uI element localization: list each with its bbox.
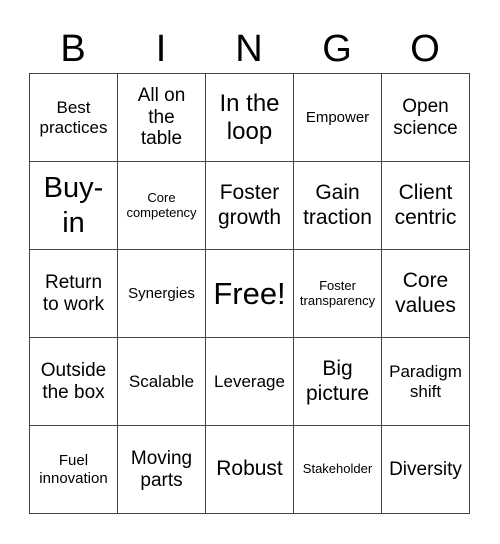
bingo-cell[interactable]: Foster growth [206,162,294,250]
bingo-cell[interactable]: In the loop [206,74,294,162]
bingo-cell[interactable]: Gain traction [294,162,382,250]
bingo-cell-label: All on the table [137,84,186,150]
header-letter-i: I [155,28,167,70]
bingo-cell-label: Stakeholder [302,461,373,477]
bingo-cell[interactable]: Best practices [30,74,118,162]
bingo-cell[interactable]: Foster transparency [294,250,382,338]
bingo-cell-label: Core competency [126,189,197,220]
bingo-cell-label: Synergies [128,284,195,302]
bingo-cell-label: Buy-in [43,171,104,239]
bingo-cell-label: Robust [216,457,283,481]
header-letter-n: N [235,28,263,70]
bingo-cell-label: Paradigm shift [389,361,462,401]
bingo-cell[interactable]: Scalable [118,338,206,426]
bingo-cell-label: Gain traction [303,181,372,229]
bingo-cell[interactable]: Synergies [118,250,206,338]
bingo-cell[interactable]: Return to work [30,250,118,338]
bingo-cell[interactable]: All on the table [118,74,206,162]
bingo-cell[interactable]: Moving parts [118,426,206,514]
bingo-cell-label: Empower [305,108,370,126]
bingo-cell[interactable]: Stakeholder [294,426,382,514]
bingo-cell[interactable]: Buy-in [30,162,118,250]
bingo-cell-label: Core values [395,269,456,317]
bingo-cell-label: Leverage [214,371,285,391]
bingo-cell-label: Foster growth [217,181,282,229]
bingo-cell[interactable]: Core competency [118,162,206,250]
bingo-cell-label: Big picture [305,357,370,405]
bingo-cell-label: In the loop [219,89,280,145]
bingo-cell-label: Diversity [389,458,462,480]
bingo-cell[interactable]: Robust [206,426,294,514]
bingo-cell[interactable]: Open science [382,74,470,162]
bingo-cell-label: Scalable [128,371,195,391]
bingo-cell-label: Return to work [42,271,105,315]
bingo-cell-label: Client centric [394,181,457,229]
header-letter-g: G [322,28,352,70]
bingo-cell[interactable]: Fuel innovation [30,426,118,514]
bingo-cell[interactable]: Core values [382,250,470,338]
bingo-cell-label: Outside the box [40,359,107,403]
bingo-cell-label: Moving parts [130,447,193,491]
bingo-cell[interactable]: Empower [294,74,382,162]
bingo-cell[interactable]: Outside the box [30,338,118,426]
bingo-cell-label: Best practices [39,97,108,137]
free-space-cell[interactable]: Free! [206,250,294,338]
bingo-grid: Best practices All on the table In the loop Emp… [29,73,470,514]
header-letter-o: O [410,28,440,70]
bingo-cell-label: Fuel innovation [39,452,108,487]
header-letter-b: B [60,28,86,70]
bingo-cell[interactable]: Leverage [206,338,294,426]
bingo-cell[interactable]: Paradigm shift [382,338,470,426]
bingo-cell-label: Open science [393,95,458,139]
bingo-cell[interactable]: Diversity [382,426,470,514]
bingo-cell[interactable]: Client centric [382,162,470,250]
bingo-cell-label: Free! [213,275,286,311]
bingo-header: B I N G O [29,26,470,72]
bingo-cell-label: Foster transparency [299,277,376,308]
bingo-cell[interactable]: Big picture [294,338,382,426]
